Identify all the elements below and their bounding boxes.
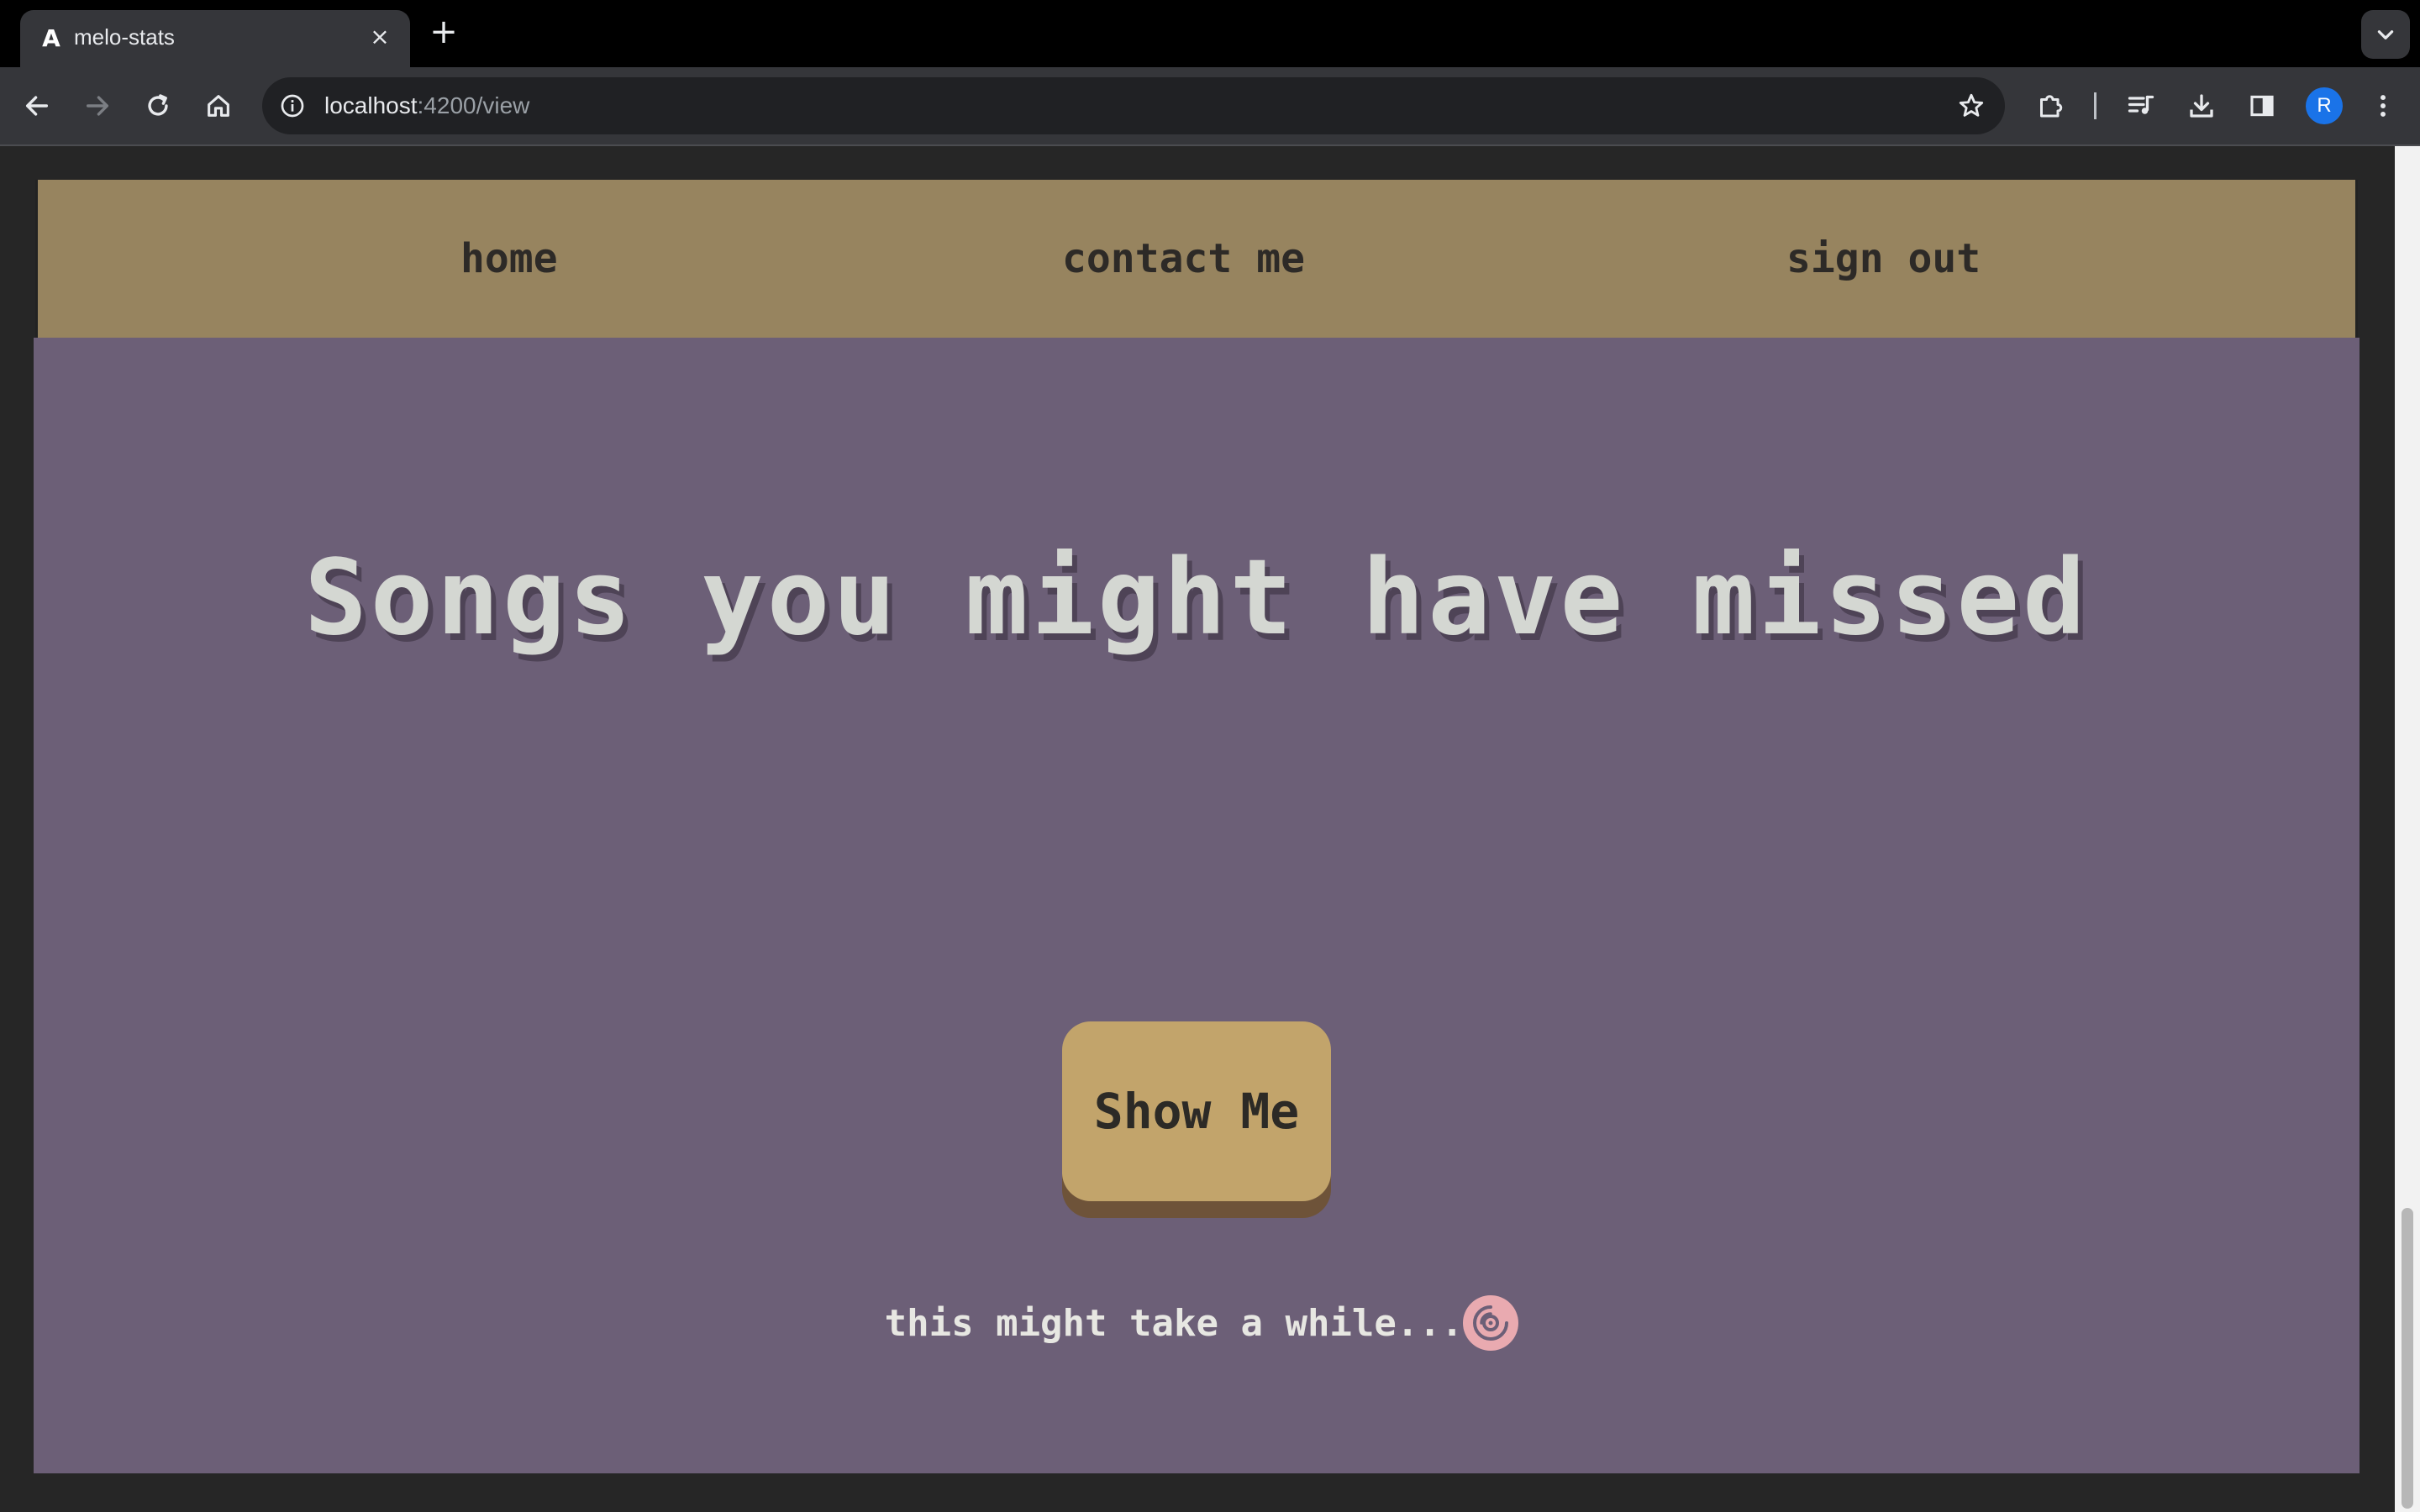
close-tab-icon[interactable]: × xyxy=(365,22,395,52)
url-path: :4200/view xyxy=(417,92,530,118)
address-bar[interactable]: localhost:4200/view xyxy=(262,77,2005,134)
loading-text: this might take a while... xyxy=(884,1301,1464,1345)
url-text[interactable]: localhost:4200/view xyxy=(324,89,529,123)
page-bottom-band xyxy=(0,1473,2395,1512)
reload-icon xyxy=(148,94,168,116)
browser-menu-button[interactable] xyxy=(2363,86,2403,126)
new-tab-icon[interactable]: + xyxy=(427,15,460,49)
page-title: Songs you might have missed xyxy=(304,538,2089,659)
browser-window: A melo-stats × + localhost:4200/view R h… xyxy=(0,0,2420,1512)
downloads-button[interactable] xyxy=(2181,86,2222,126)
nav-link-home[interactable]: home xyxy=(460,180,558,338)
more-vert-icon xyxy=(2381,95,2386,117)
media-controls-button[interactable] xyxy=(2121,86,2161,126)
vinyl-disc-icon xyxy=(1463,1295,1519,1351)
arrow-right-icon xyxy=(86,96,109,116)
vertical-scrollbar[interactable] xyxy=(2395,146,2420,1512)
tab-melo-stats[interactable]: A melo-stats × xyxy=(20,10,410,67)
back-button[interactable] xyxy=(17,86,57,126)
queue-music-icon xyxy=(2128,95,2154,114)
chevron-down-icon xyxy=(2377,30,2394,39)
arrow-left-icon xyxy=(25,96,49,116)
home-button[interactable] xyxy=(198,86,239,126)
nav-link-sign-out[interactable]: sign out xyxy=(1786,180,1981,338)
site-navbar: home contact me sign out xyxy=(35,180,2358,338)
side-panel-icon xyxy=(2250,95,2274,117)
puzzle-icon xyxy=(2040,95,2063,118)
tab-strip: A melo-stats × + xyxy=(0,0,2420,67)
main-content: Songs you might have missed Show Me this… xyxy=(34,338,2360,1473)
show-me-button[interactable]: Show Me xyxy=(1062,1021,1331,1201)
url-host: localhost xyxy=(324,92,418,118)
side-panel-button[interactable] xyxy=(2242,86,2282,126)
angular-icon: A xyxy=(42,24,60,52)
loading-indicator: this might take a while... xyxy=(34,1295,2360,1351)
star-icon xyxy=(1959,93,1984,117)
reload-button[interactable] xyxy=(138,86,178,126)
scrollbar-thumb[interactable] xyxy=(2402,1208,2413,1509)
show-me-button-label: Show Me xyxy=(1093,1083,1300,1140)
home-icon xyxy=(208,95,229,117)
tab-search-button[interactable] xyxy=(2361,10,2410,59)
tab-title: melo-stats xyxy=(74,24,175,50)
browser-toolbar: localhost:4200/view R xyxy=(0,67,2420,144)
site-info-icon[interactable] xyxy=(276,89,309,123)
bookmark-star-icon[interactable] xyxy=(1953,87,1990,124)
forward-button[interactable] xyxy=(77,86,118,126)
page-viewport: home contact me sign out Songs you might… xyxy=(0,146,2420,1512)
info-circle-icon xyxy=(281,94,304,118)
profile-avatar[interactable]: R xyxy=(2306,87,2343,124)
toolbar-divider xyxy=(2094,92,2096,119)
nav-link-contact[interactable]: contact me xyxy=(1062,180,1305,338)
download-icon xyxy=(2190,94,2213,118)
extensions-button[interactable] xyxy=(2030,86,2070,126)
